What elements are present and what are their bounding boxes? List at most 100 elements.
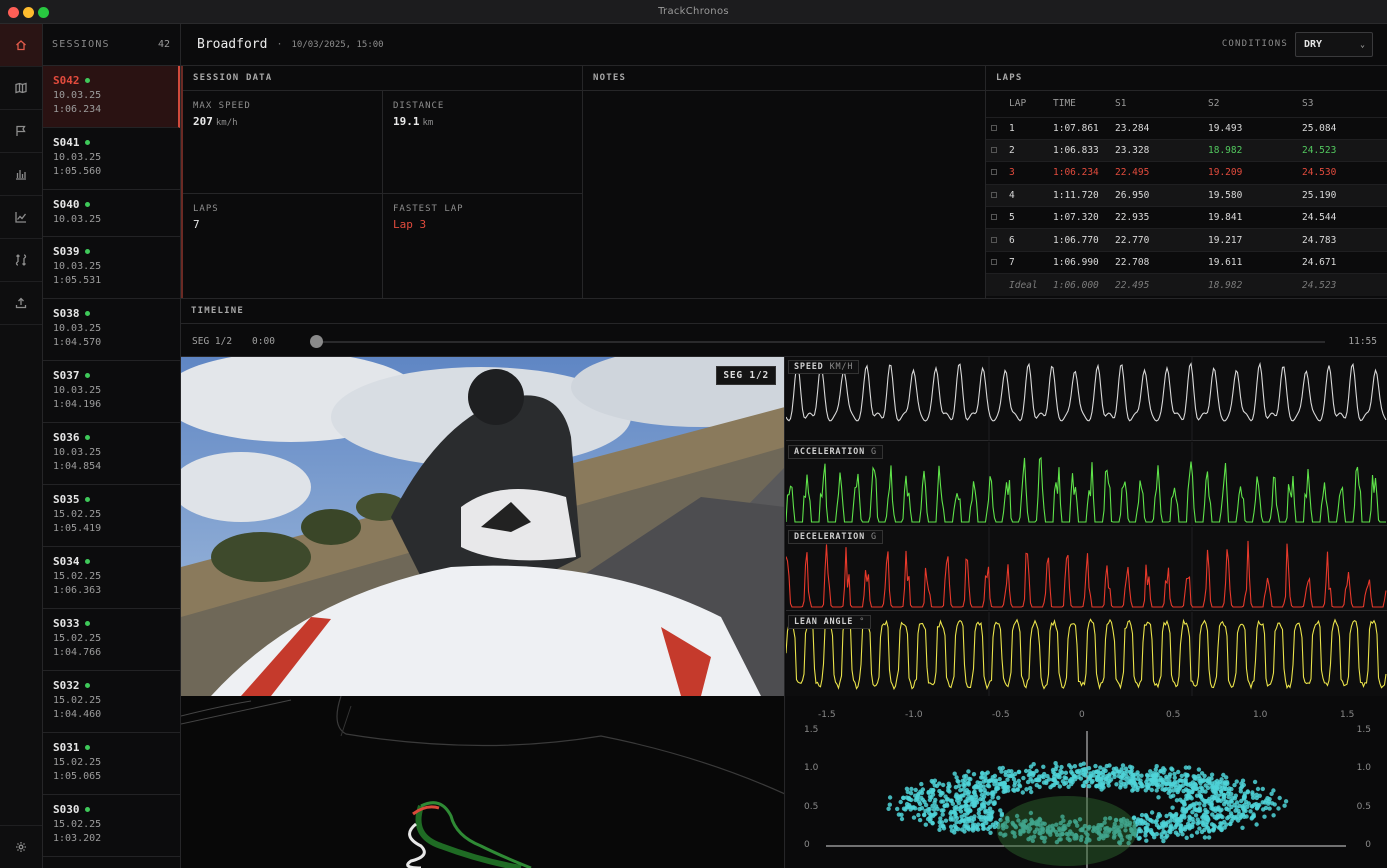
gg-y-tick: 0	[804, 840, 810, 850]
lap-row[interactable]: 6 1:06.770 22.770 19.217 24.783	[986, 228, 1387, 252]
session-date: 15.02.25	[53, 509, 102, 520]
session-item[interactable]: S031 15.02.25 1:05.065	[43, 733, 180, 795]
speed-chart[interactable]: SPEED KM/H	[786, 357, 1387, 441]
session-item[interactable]: S041 10.03.25 1:05.560	[43, 128, 180, 190]
session-best-time: 1:05.560	[53, 166, 102, 177]
lap-cell: 1:06.833	[1053, 138, 1115, 162]
session-item[interactable]: S033 15.02.25 1:04.766	[43, 609, 180, 671]
nav-home[interactable]	[0, 24, 42, 67]
lap-cell: 22.495	[1115, 273, 1208, 297]
session-id: S032	[53, 679, 170, 692]
session-best-time: 1:04.766	[53, 647, 102, 658]
lap-checkbox[interactable]	[991, 169, 997, 176]
lap-checkbox[interactable]	[991, 259, 997, 266]
lap-cell: 3	[1009, 161, 1053, 185]
session-item[interactable]: S039 10.03.25 1:05.531	[43, 237, 180, 299]
timeline-track[interactable]	[315, 341, 1325, 343]
col-s3[interactable]: S3	[1302, 91, 1387, 117]
lap-cell: 1:06.234	[1053, 161, 1115, 185]
session-item[interactable]: S042 10.03.25 1:06.234	[43, 66, 180, 128]
session-id: S031	[53, 741, 170, 754]
lap-row[interactable]: 5 1:07.320 22.935 19.841 24.544	[986, 206, 1387, 229]
session-item[interactable]: S030 15.02.25 1:03.202	[43, 795, 180, 857]
nav-map[interactable]	[0, 67, 42, 110]
laps-stat: LAPS 7	[183, 194, 383, 298]
status-dot	[84, 621, 90, 626]
session-date: 10.03.25	[53, 385, 102, 396]
session-item[interactable]: S037 10.03.25 1:04.196	[43, 361, 180, 423]
gg-plot[interactable]: -1.5 -1.0 -0.5 0 0.5 1.0 1.5 1.5 1.5 1.0 1.0 0.5 0.5…	[786, 696, 1387, 868]
nav-analysis[interactable]	[0, 196, 42, 239]
bar-chart-icon	[16, 170, 26, 180]
lap-cell: 18.982	[1208, 138, 1302, 162]
nav-stats[interactable]	[0, 153, 42, 196]
max-speed-unit: km/h	[215, 118, 238, 128]
gg-y-tick: 1.5	[804, 724, 819, 735]
lap-cell: 19.209	[1208, 161, 1302, 185]
session-id: S030	[53, 803, 170, 816]
lap-cell: 18.982	[1208, 273, 1302, 297]
nav-tracks[interactable]	[0, 110, 42, 153]
timeline-end: 11:55	[1348, 336, 1377, 347]
nav-upload[interactable]	[0, 282, 42, 325]
lap-checkbox[interactable]	[991, 147, 997, 154]
timeline-segment[interactable]: SEG 1/2	[192, 336, 232, 347]
session-date: 15.02.25	[53, 633, 102, 644]
gg-y-tick: 1.0	[1356, 763, 1371, 773]
status-dot	[84, 140, 90, 145]
track-map-image	[181, 696, 784, 868]
lap-checkbox[interactable]	[991, 124, 997, 131]
deceleration-chart[interactable]: DECELERATION G	[786, 527, 1387, 611]
session-item[interactable]: S040 10.03.25	[43, 190, 180, 237]
trace-line	[786, 618, 1387, 691]
acceleration-chart[interactable]: ACCELERATION G	[786, 442, 1387, 526]
status-dot	[84, 559, 90, 564]
lap-row[interactable]: Ideal 1:06.000 22.495 18.982 24.523	[986, 273, 1387, 297]
laps-label: LAPS	[193, 204, 219, 214]
nav-settings[interactable]	[0, 825, 42, 868]
track-map[interactable]	[181, 696, 785, 868]
session-data-title: SESSION DATA	[183, 66, 582, 91]
lean-angle-chart[interactable]: LEAN ANGLE °	[786, 612, 1387, 696]
notes-textarea[interactable]	[583, 92, 985, 298]
lap-row[interactable]: 4 1:11.720 26.950 19.580 25.190	[986, 183, 1387, 207]
session-data-panel: SESSION DATA MAX SPEED 207 km/h DISTANCE …	[181, 66, 583, 298]
distance-value: 19.1	[393, 115, 420, 128]
col-time[interactable]: TIME	[1053, 91, 1115, 117]
lap-row[interactable]: 7 1:06.990 22.708 19.611 24.671	[986, 250, 1387, 274]
trace-line	[786, 456, 1386, 523]
col-lap[interactable]: LAP	[1009, 91, 1053, 117]
session-item[interactable]: S038 10.03.25 1:04.570	[43, 299, 180, 361]
timeline-handle[interactable]	[310, 335, 323, 348]
session-date: 15.02.25	[53, 757, 102, 768]
lap-cell: 19.493	[1208, 116, 1302, 140]
acceleration-chart-label: ACCELERATION G	[788, 445, 883, 459]
gg-x-tick: -1.0	[905, 710, 923, 720]
col-s2[interactable]: S2	[1208, 91, 1302, 117]
session-item[interactable]: S034 15.02.25 1:06.363	[43, 547, 180, 609]
conditions-select[interactable]: DRY ⌄	[1295, 32, 1373, 57]
lap-row[interactable]: 2 1:06.833 23.328 18.982 24.523	[986, 138, 1387, 162]
session-item[interactable]: S035 15.02.25 1:05.419	[43, 485, 180, 547]
notes-panel: NOTES	[583, 66, 986, 298]
session-id: S041	[53, 136, 170, 149]
session-best-time: 1:05.531	[53, 275, 102, 286]
session-item[interactable]: S032 15.02.25 1:04.460	[43, 671, 180, 733]
session-best-time: 1:05.419	[53, 523, 102, 534]
lap-cell: 1:11.720	[1053, 183, 1115, 207]
col-s1[interactable]: S1	[1115, 91, 1208, 117]
lap-checkbox[interactable]	[991, 191, 997, 198]
nav-compare[interactable]	[0, 239, 42, 282]
session-date: 10.03.25	[53, 214, 102, 225]
session-header: Broadford · 10/03/2025, 15:00 CONDITIONS…	[181, 24, 1387, 66]
lap-cell: 24.530	[1302, 161, 1387, 185]
upload-icon	[15, 297, 27, 309]
onboard-video[interactable]: SEG 1/2	[181, 357, 785, 696]
fastest-lap-value[interactable]: Lap 3	[393, 218, 573, 231]
lap-checkbox[interactable]	[991, 236, 997, 243]
max-speed-label: MAX SPEED	[193, 101, 251, 111]
lap-row[interactable]: 3 1:06.234 22.495 19.209 24.530	[986, 161, 1387, 185]
lap-row[interactable]: 1 1:07.861 23.284 19.493 25.084	[986, 116, 1387, 140]
session-item[interactable]: S036 10.03.25 1:04.854	[43, 423, 180, 485]
lap-checkbox[interactable]	[991, 214, 997, 221]
